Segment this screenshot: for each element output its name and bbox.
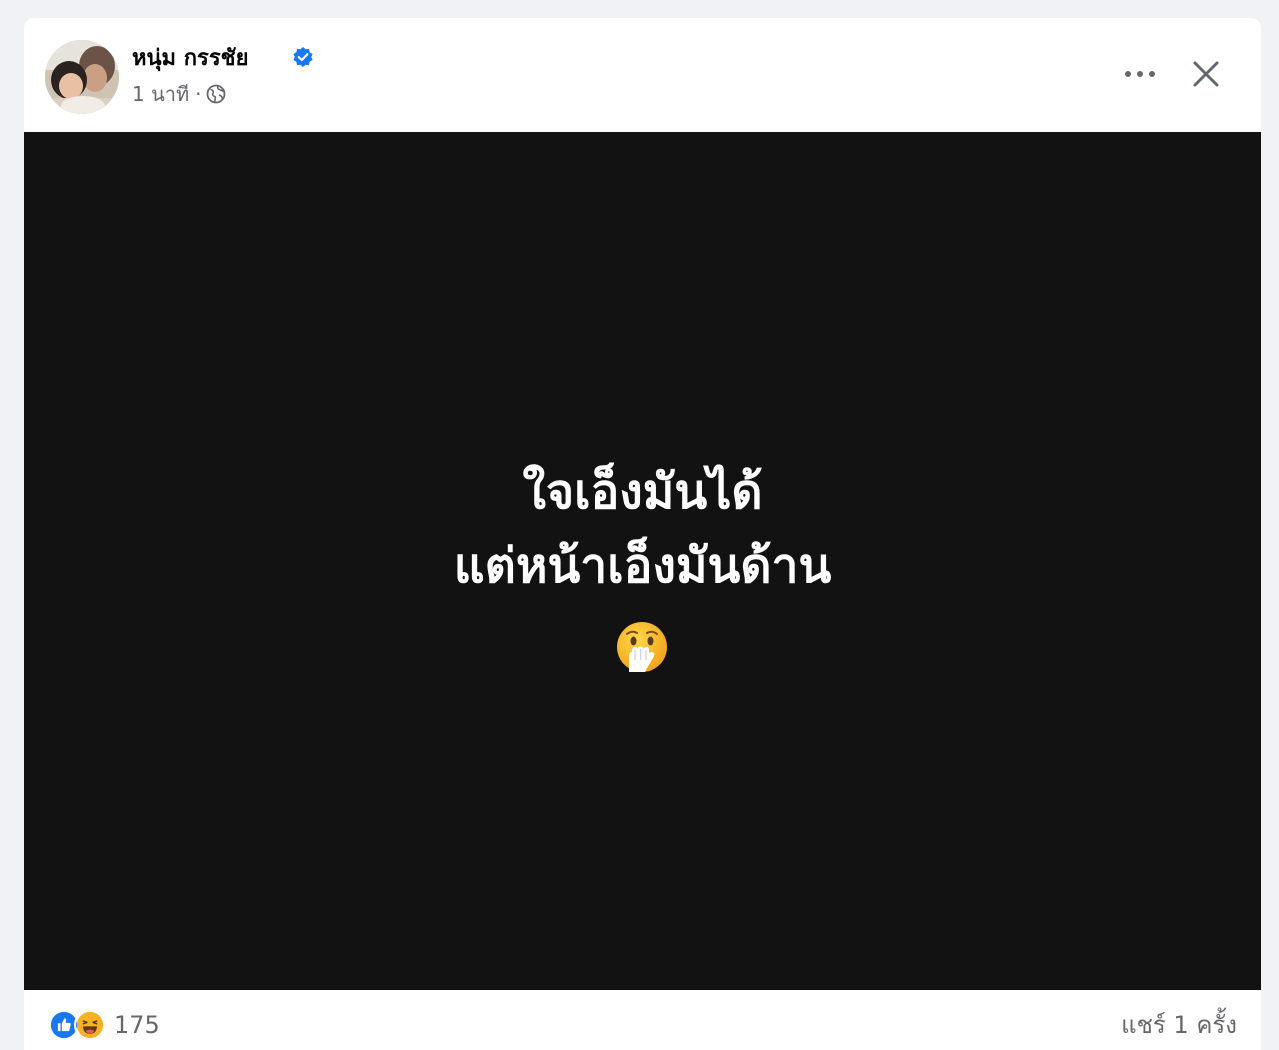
more-options-button[interactable] bbox=[1120, 56, 1160, 92]
reactions-summary[interactable]: 175 bbox=[48, 1008, 160, 1042]
reaction-count: 175 bbox=[114, 1011, 160, 1039]
close-icon bbox=[1193, 61, 1219, 87]
close-button[interactable] bbox=[1186, 54, 1226, 94]
post-meta: 1 นาที · bbox=[132, 80, 226, 108]
meta-separator: · bbox=[195, 82, 202, 106]
share-count[interactable]: แชร์ 1 ครั้ง bbox=[1121, 1008, 1237, 1042]
author-avatar[interactable] bbox=[45, 40, 119, 114]
post-text-line-1: ใจเอ็งมันได้ bbox=[522, 464, 763, 520]
globe-icon[interactable] bbox=[206, 84, 226, 104]
post-header: หนุ่ม กรรชัย 1 นาที · bbox=[24, 18, 1261, 132]
post-text-line-2: แต่หน้าเอ็งมันด้าน bbox=[453, 538, 832, 594]
post-card: หนุ่ม กรรชัย 1 นาที · ใจเอ็งมันได้ แต่หน… bbox=[24, 18, 1261, 1050]
verified-badge-icon bbox=[293, 47, 313, 67]
face-with-hand-over-mouth-icon bbox=[617, 622, 667, 672]
post-text-image[interactable]: ใจเอ็งมันได้ แต่หน้าเอ็งมันด้าน bbox=[24, 132, 1261, 990]
more-options-icon bbox=[1125, 71, 1155, 77]
post-timestamp[interactable]: 1 นาที bbox=[132, 80, 189, 108]
haha-icon bbox=[74, 1009, 106, 1041]
author-name[interactable]: หนุ่ม กรรชัย bbox=[132, 44, 248, 74]
post-footer: 175 แชร์ 1 ครั้ง bbox=[24, 990, 1261, 1050]
